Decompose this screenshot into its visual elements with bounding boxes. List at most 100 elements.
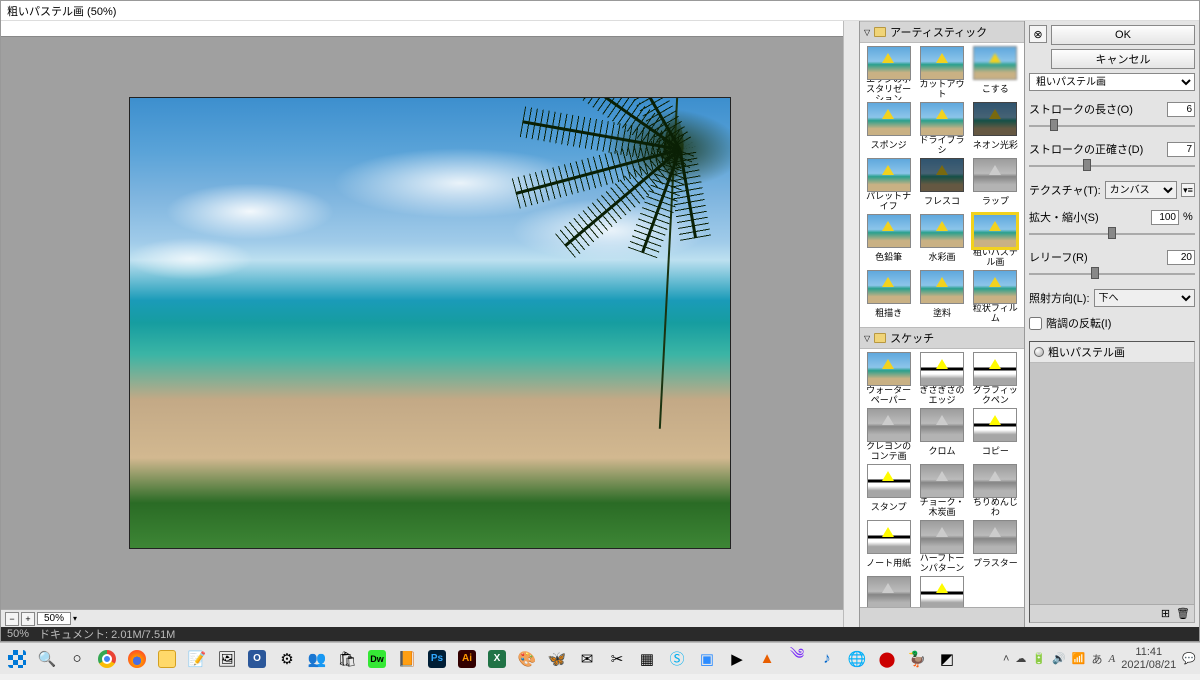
tray-ime-icon[interactable]: あ — [1092, 651, 1103, 667]
effect-layer-row[interactable]: 粗いパステル画 — [1030, 342, 1194, 363]
scaling-slider[interactable] — [1029, 227, 1195, 239]
filter-thumbnail[interactable]: ぎざぎざのエッジ — [916, 352, 967, 406]
filter-thumbnail[interactable]: 粗描き — [863, 270, 914, 324]
relief-slider[interactable] — [1029, 267, 1195, 279]
filter-thumbnail[interactable]: スタンプ — [863, 464, 914, 518]
tray-chevron-icon[interactable]: ˄ — [1003, 653, 1009, 665]
invert-checkbox[interactable] — [1029, 317, 1042, 330]
cancel-button[interactable]: キャンセル — [1051, 49, 1195, 69]
outlook-icon[interactable]: O — [244, 646, 270, 672]
category-artistic[interactable]: ▽ アーティスティック — [860, 21, 1024, 43]
photoshop-icon[interactable]: Ps — [424, 646, 450, 672]
options-panel: ⊗ OK キャンセル 粗いパステル画 ストロークの長さ(O) ストロークの正確さ… — [1024, 21, 1199, 627]
notifications-icon[interactable]: 💬 — [1182, 652, 1196, 665]
teams-icon[interactable]: 👥 — [304, 646, 330, 672]
skype-icon[interactable]: Ⓢ — [664, 646, 690, 672]
search-icon[interactable]: 🔍 — [34, 646, 60, 672]
filter-thumbnail[interactable]: エッジのポスタリゼーション — [863, 46, 914, 100]
filter-thumbnail[interactable]: 粒状フィルム — [970, 270, 1021, 324]
excel-icon[interactable]: X — [484, 646, 510, 672]
visibility-icon[interactable] — [1034, 347, 1044, 357]
zoom-value[interactable]: 50% — [37, 612, 71, 625]
stroke-detail-slider[interactable] — [1029, 159, 1195, 171]
stroke-length-input[interactable] — [1167, 102, 1195, 117]
filter-thumbnail[interactable]: パレットナイフ — [863, 158, 914, 212]
filter-thumbnail[interactable]: こする — [970, 46, 1021, 100]
filter-thumbnail[interactable]: カットアウト — [916, 46, 967, 100]
butterfly-icon[interactable]: 🦋 — [544, 646, 570, 672]
canvas-viewport[interactable] — [1, 37, 843, 609]
delete-layer-icon[interactable]: 🗑 — [1176, 607, 1190, 620]
filter-thumbnail[interactable]: スポンジ — [863, 102, 914, 156]
stroke-detail-input[interactable] — [1167, 142, 1195, 157]
notepad-icon[interactable]: 📝 — [184, 646, 210, 672]
record-icon[interactable]: ⬤ — [874, 646, 900, 672]
music-icon[interactable]: ♪ — [814, 646, 840, 672]
filter-thumbnail[interactable]: ネオン光彩 — [970, 102, 1021, 156]
tray-wifi-icon[interactable]: 📶 — [1072, 652, 1086, 665]
filter-thumbnail[interactable]: ノート用紙 — [863, 520, 914, 574]
snip-icon[interactable]: ✂ — [604, 646, 630, 672]
filter-thumbnail[interactable]: クロム — [916, 408, 967, 462]
filter-thumbnail[interactable]: ウォーターペーパー — [863, 352, 914, 406]
zoom-icon[interactable]: ▣ — [694, 646, 720, 672]
tray-volume-icon[interactable]: 🔊 — [1052, 652, 1066, 665]
globe-icon[interactable]: 🌐 — [844, 646, 870, 672]
filter-thumbnail[interactable]: 木炭画 — [916, 576, 967, 607]
filter-thumbnail[interactable]: 粗いパステル画 — [970, 214, 1021, 268]
filter-thumbnail[interactable]: ドライブラシ — [916, 102, 967, 156]
explorer-icon[interactable] — [154, 646, 180, 672]
firefox-icon[interactable] — [124, 646, 150, 672]
vlc-icon[interactable]: ▲ — [754, 646, 780, 672]
tray-cloud-icon[interactable]: ☁ — [1015, 652, 1026, 665]
scaling-input[interactable] — [1151, 210, 1179, 225]
zoom-in-button[interactable]: + — [21, 612, 35, 626]
filter-thumbnail[interactable]: 水彩画 — [916, 214, 967, 268]
zoom-out-button[interactable]: − — [5, 612, 19, 626]
photos-icon[interactable]: 🖼 — [214, 646, 240, 672]
filter-name-select[interactable]: 粗いパステル画 — [1029, 73, 1195, 91]
filter-thumbnail[interactable]: ちりめんじわ — [970, 464, 1021, 518]
filter-thumbnail[interactable]: プラスター — [970, 520, 1021, 574]
texture-select[interactable]: カンバス — [1105, 181, 1177, 199]
filter-thumbnail[interactable]: クレヨンのコンテ画 — [863, 408, 914, 462]
filter-thumbnail[interactable]: 塗料 — [916, 270, 967, 324]
settings-icon[interactable]: ⚙ — [274, 646, 300, 672]
clock[interactable]: 11:41 2021/08/21 — [1121, 646, 1176, 670]
store-icon[interactable]: 🛍 — [334, 646, 360, 672]
paint-icon[interactable]: 🎨 — [514, 646, 540, 672]
duck-icon[interactable]: 🦆 — [904, 646, 930, 672]
category-sketch[interactable]: ▽ スケッチ — [860, 327, 1024, 349]
cortana-icon[interactable]: ○ — [64, 646, 90, 672]
app-icon[interactable]: ▦ — [634, 646, 660, 672]
filter-thumbnail[interactable]: 浅浮彫り — [863, 576, 914, 607]
illustrator-icon[interactable]: Ai — [454, 646, 480, 672]
dreamweaver-icon[interactable]: Dw — [364, 646, 390, 672]
chrome-icon[interactable] — [94, 646, 120, 672]
mail-icon[interactable]: ✉ — [574, 646, 600, 672]
tray-input-icon[interactable]: A — [1109, 653, 1116, 665]
sublime-icon[interactable]: 📙 — [394, 646, 420, 672]
start-button[interactable] — [4, 646, 30, 672]
filter-thumbnail[interactable]: グラフィックペン — [970, 352, 1021, 406]
ok-button[interactable]: OK — [1051, 25, 1195, 45]
filter-thumbnail[interactable]: チョーク・木炭画 — [916, 464, 967, 518]
expand-button[interactable]: ⊗ — [1029, 25, 1047, 43]
filter-thumbnail[interactable]: ラップ — [970, 158, 1021, 212]
new-layer-icon[interactable]: ⊞ — [1161, 607, 1170, 620]
filter-scroll[interactable]: ▽ アーティスティック エッジのポスタリゼーションカットアウトこするスポンジドラ… — [860, 21, 1024, 607]
app2-icon[interactable]: ༄ — [784, 646, 810, 672]
stroke-length-slider[interactable] — [1029, 119, 1195, 131]
filter-thumbnail[interactable]: ハーフトーンパターン — [916, 520, 967, 574]
media-icon[interactable]: ▶ — [724, 646, 750, 672]
texture-menu-icon[interactable]: ▾≡ — [1181, 183, 1195, 197]
zoom-dropdown-icon[interactable]: ▾ — [73, 614, 77, 623]
filter-thumbnail[interactable]: 色鉛筆 — [863, 214, 914, 268]
filter-thumbnail[interactable]: フレスコ — [916, 158, 967, 212]
light-select[interactable]: 下へ — [1094, 289, 1196, 307]
filter-thumbnail[interactable]: コピー — [970, 408, 1021, 462]
relief-input[interactable] — [1167, 250, 1195, 265]
tray-battery-icon[interactable]: 🔋 — [1032, 652, 1046, 665]
app3-icon[interactable]: ◩ — [934, 646, 960, 672]
preview-scrollbar[interactable] — [843, 21, 859, 627]
